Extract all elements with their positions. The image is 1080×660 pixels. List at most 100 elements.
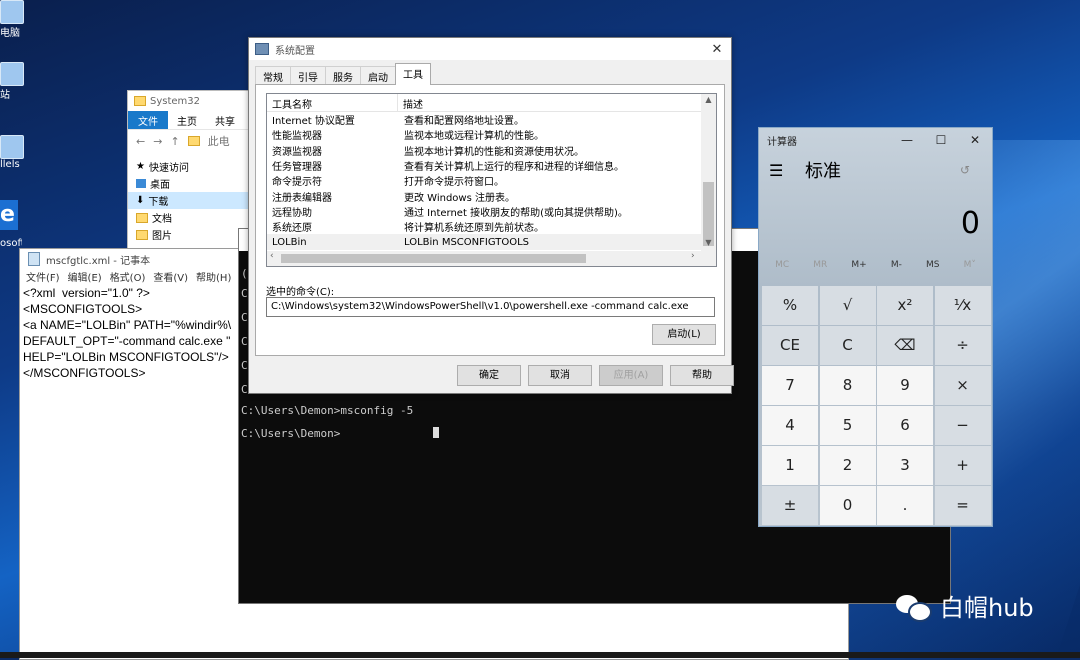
list-item-selected[interactable]: LOLBin LOLBin MSCONFIGTOOLS [267, 234, 716, 250]
tree-item-downloads[interactable]: ⬇ 下载 [128, 192, 258, 209]
calculator-titlebar: 计算器 — ☐ ✕ [759, 128, 992, 152]
vertical-scrollbar[interactable]: ▲ ▼ [701, 94, 716, 251]
multiply-key[interactable]: × [934, 366, 991, 405]
back-arrow-icon[interactable]: ← [136, 135, 145, 148]
menu-format[interactable]: 格式(O) [110, 269, 146, 285]
digit-2-key[interactable]: 2 [819, 446, 876, 485]
clear-key[interactable]: C [819, 326, 876, 365]
menu-edit[interactable]: 编辑(E) [68, 269, 102, 285]
ribbon-share-tab[interactable]: 共享 [206, 111, 244, 130]
list-item[interactable]: 注册表编辑器 更改 Windows 注册表。 [267, 188, 716, 204]
list-item[interactable]: 性能监视器 监视本地或远程计算机的性能。 [267, 127, 716, 142]
address-bar[interactable]: 此电 [208, 133, 230, 149]
history-icon[interactable]: ↺ [960, 163, 980, 177]
download-icon: ⬇ [136, 195, 145, 206]
desktop-icon-recycle[interactable]: 站 [0, 62, 24, 101]
vertical-scroll-thumb[interactable] [703, 182, 714, 246]
list-item[interactable]: 任务管理器 查看有关计算机上运行的程序和进程的详细信息。 [267, 158, 716, 173]
horizontal-scrollbar[interactable]: ‹ › [267, 251, 716, 266]
clear-entry-key[interactable]: CE [762, 326, 818, 365]
tree-item-documents[interactable]: 文档 [128, 209, 258, 226]
percent-key[interactable]: % [762, 286, 818, 325]
explorer-nav-bar: ← → ↑ 此电 [128, 129, 258, 152]
msconfig-titlebar: 系统配置 ✕ [249, 38, 731, 60]
negate-key[interactable]: ± [762, 486, 818, 525]
edge-icon[interactable]: e [0, 200, 18, 230]
reciprocal-key[interactable]: ¹⁄x [934, 286, 991, 325]
close-icon[interactable]: ✕ [703, 42, 731, 57]
calculator-mode-bar: ☰ 标准 ↺ [759, 152, 992, 188]
menu-file[interactable]: 文件(F) [26, 269, 60, 285]
msconfig-tabs: 常规 引导 服务 启动 工具 [255, 63, 431, 85]
digit-5-key[interactable]: 5 [819, 406, 876, 445]
calculator-display: 0 [960, 206, 980, 241]
ribbon-home-tab[interactable]: 主页 [168, 111, 206, 130]
list-item[interactable]: 资源监视器 监视本地计算机的性能和资源使用状况。 [267, 143, 716, 158]
cmd-cursor [433, 427, 439, 438]
ok-button[interactable]: 确定 [457, 365, 521, 386]
tab-startup[interactable]: 启动 [360, 66, 396, 85]
close-icon[interactable]: ✕ [958, 133, 992, 147]
tab-services[interactable]: 服务 [325, 66, 361, 85]
dialog-buttons: 确定 取消 应用(A) 帮助 [457, 365, 734, 386]
divide-key[interactable]: ÷ [934, 326, 991, 365]
digit-8-key[interactable]: 8 [819, 366, 876, 405]
folder-icon [134, 96, 146, 106]
digit-0-key[interactable]: 0 [819, 486, 876, 525]
tree-item-quick-access[interactable]: ★ 快速访问 [128, 158, 258, 175]
launch-button[interactable]: 启动(L) [652, 324, 716, 345]
desktop-icon-parallels[interactable]: llels re... [0, 135, 24, 170]
scroll-down-icon[interactable]: ▼ [701, 238, 716, 247]
memory-recall-button[interactable]: MR [813, 260, 827, 280]
list-item[interactable]: 远程协助 通过 Internet 接收朋友的帮助(或向其提供帮助)。 [267, 204, 716, 219]
equals-key[interactable]: = [934, 486, 991, 525]
memory-clear-button[interactable]: MC [775, 260, 789, 280]
selected-command-label: 选中的命令(C): [266, 287, 335, 298]
column-header-tool-name[interactable]: 工具名称 [267, 94, 398, 111]
scroll-left-icon[interactable]: ‹ [270, 251, 274, 261]
menu-view[interactable]: 查看(V) [153, 269, 188, 285]
list-item[interactable]: 系统还原 将计算机系统还原到先前状态。 [267, 219, 716, 234]
memory-add-button[interactable]: M+ [851, 260, 866, 280]
backspace-key[interactable]: ⌫ [877, 326, 933, 365]
up-arrow-icon[interactable]: ↑ [170, 135, 179, 148]
tab-boot[interactable]: 引导 [290, 66, 326, 85]
scroll-up-icon[interactable]: ▲ [701, 95, 716, 104]
scroll-right-icon[interactable]: › [691, 251, 695, 261]
horizontal-scroll-thumb[interactable] [281, 254, 586, 263]
memory-store-button[interactable]: MS [926, 260, 939, 280]
tools-list[interactable]: 工具名称 描述 Internet 协议配置 查看和配置网络地址设置。 性能监视器监… [266, 93, 717, 267]
digit-1-key[interactable]: 1 [762, 446, 818, 485]
forward-arrow-icon[interactable]: → [153, 135, 162, 148]
sqrt-key[interactable]: √ [819, 286, 876, 325]
digit-7-key[interactable]: 7 [762, 366, 818, 405]
memory-list-button[interactable]: M˅ [964, 260, 976, 280]
desktop-icon-computer[interactable]: 电脑 [0, 0, 24, 39]
apply-button[interactable]: 应用(A) [599, 365, 663, 386]
subtract-key[interactable]: − [934, 406, 991, 445]
tab-tools[interactable]: 工具 [395, 63, 431, 85]
hamburger-menu-icon[interactable]: ☰ [769, 161, 787, 180]
digit-9-key[interactable]: 9 [877, 366, 933, 405]
tab-general[interactable]: 常规 [255, 66, 291, 85]
column-header-description[interactable]: 描述 [398, 94, 428, 111]
digit-4-key[interactable]: 4 [762, 406, 818, 445]
recycle-bin-icon [0, 62, 24, 86]
menu-help[interactable]: 帮助(H) [196, 269, 231, 285]
list-item[interactable]: Internet 协议配置 查看和配置网络地址设置。 [267, 112, 716, 127]
minimize-icon[interactable]: — [890, 133, 924, 147]
square-key[interactable]: x² [877, 286, 933, 325]
digit-3-key[interactable]: 3 [877, 446, 933, 485]
maximize-icon[interactable]: ☐ [924, 133, 958, 147]
explorer-ribbon: 文件 主页 共享 [128, 111, 258, 129]
list-item[interactable]: 命令提示符 打开命令提示符窗口。 [267, 173, 716, 188]
digit-6-key[interactable]: 6 [877, 406, 933, 445]
ribbon-file-tab[interactable]: 文件 [128, 111, 168, 129]
tree-item-desktop[interactable]: 桌面 [128, 175, 258, 192]
add-key[interactable]: + [934, 446, 991, 485]
decimal-key[interactable]: . [877, 486, 933, 525]
help-button[interactable]: 帮助 [670, 365, 734, 386]
selected-command-field[interactable]: C:\Windows\system32\WindowsPowerShell\v1… [266, 297, 715, 317]
cancel-button[interactable]: 取消 [528, 365, 592, 386]
memory-subtract-button[interactable]: M- [891, 260, 902, 280]
